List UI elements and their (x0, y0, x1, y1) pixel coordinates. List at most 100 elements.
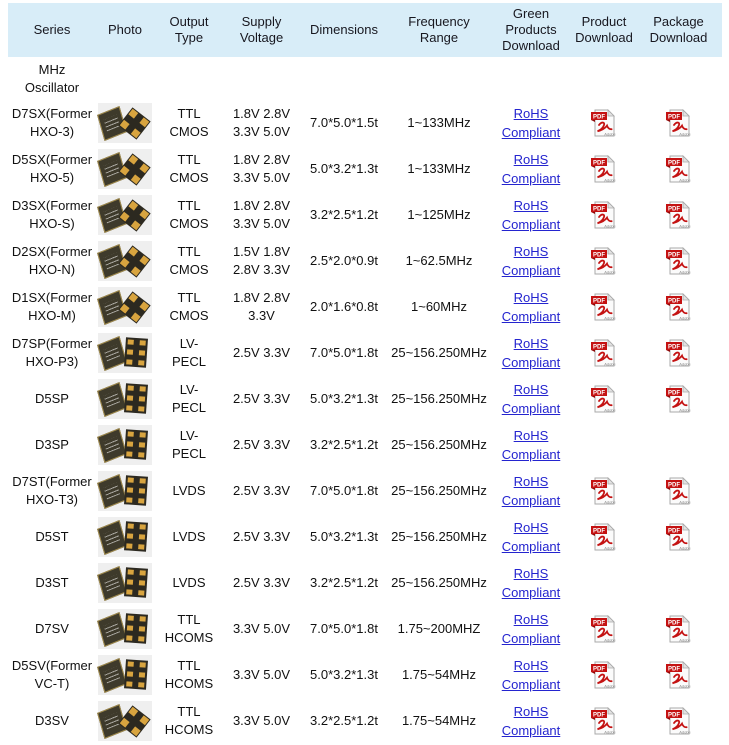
package-pdf-download-icon[interactable]: PDF Adobe (666, 522, 692, 552)
package-pdf-download-icon[interactable]: PDF Adobe (666, 338, 692, 368)
svg-text:Adobe: Adobe (604, 178, 616, 183)
package-pdf-download-icon[interactable]: PDF Adobe (666, 614, 692, 644)
product-pdf-download-icon[interactable]: PDF Adobe (591, 476, 617, 506)
series-cell: D3SP (8, 422, 96, 468)
rohs-compliant-link[interactable]: RoHS Compliant (502, 426, 561, 464)
package-pdf-download-icon[interactable]: PDF Adobe (666, 384, 692, 414)
package-download-cell: PDF Adobe (635, 606, 722, 652)
table-row: D2SX(Former HXO-N) TTL CMOS 1.5V 1.8V 2.… (8, 238, 722, 284)
product-pdf-download-icon[interactable]: PDF Adobe (591, 292, 617, 322)
package-download-cell: PDF Adobe (635, 376, 722, 422)
output-type-cell: LVDS (154, 468, 224, 514)
section-row-mhz-oscillator: MHz Oscillator (8, 57, 722, 100)
package-pdf-download-icon[interactable]: PDF Adobe (666, 154, 692, 184)
output-type-cell: LV- PECL (154, 422, 224, 468)
rohs-compliant-link[interactable]: RoHS Compliant (502, 564, 561, 602)
photo-cell (96, 652, 154, 698)
product-download-cell (573, 560, 635, 606)
rohs-compliant-link[interactable]: RoHS Compliant (502, 196, 561, 234)
frequency-range-cell: 1~133MHz (389, 100, 489, 146)
rohs-compliant-link[interactable]: RoHS Compliant (502, 242, 561, 280)
package-pdf-download-icon[interactable]: PDF Adobe (666, 660, 692, 690)
product-pdf-download-icon[interactable]: PDF Adobe (591, 200, 617, 230)
photo-cell (96, 376, 154, 422)
green-products-cell: RoHS Compliant (489, 514, 573, 560)
product-pdf-download-icon[interactable]: PDF Adobe (591, 154, 617, 184)
output-type-cell: TTL HCOMS (154, 698, 224, 744)
product-pdf-download-icon[interactable]: PDF Adobe (591, 338, 617, 368)
photo-cell (96, 468, 154, 514)
frequency-range-cell: 1~125MHz (389, 192, 489, 238)
rohs-compliant-link[interactable]: RoHS Compliant (502, 380, 561, 418)
svg-text:PDF: PDF (668, 620, 680, 626)
frequency-range-cell: 1.75~54MHz (389, 698, 489, 744)
frequency-range-cell: 25~156.250MHz (389, 376, 489, 422)
photo-cell (96, 330, 154, 376)
column-header-frequency-range: Frequency Range (389, 3, 489, 57)
svg-text:Adobe: Adobe (679, 500, 691, 505)
supply-voltage-cell: 1.8V 2.8V 3.3V 5.0V (224, 100, 299, 146)
dimensions-cell: 7.0*5.0*1.5t (299, 100, 389, 146)
product-pdf-download-icon[interactable]: PDF Adobe (591, 522, 617, 552)
frequency-range-cell: 1.75~200MHZ (389, 606, 489, 652)
chip-pads-icon (124, 567, 148, 597)
product-photo (98, 149, 152, 189)
rohs-compliant-link[interactable]: RoHS Compliant (502, 104, 561, 142)
package-download-cell: PDF Adobe (635, 330, 722, 376)
package-pdf-download-icon[interactable]: PDF Adobe (666, 706, 692, 736)
rohs-compliant-link[interactable]: RoHS Compliant (502, 150, 561, 188)
rohs-compliant-link[interactable]: RoHS Compliant (502, 472, 561, 510)
column-header-dimensions: Dimensions (299, 3, 389, 57)
svg-text:PDF: PDF (668, 160, 680, 166)
dimensions-cell: 5.0*3.2*1.3t (299, 514, 389, 560)
supply-voltage-cell: 2.5V 3.3V (224, 468, 299, 514)
svg-text:Adobe: Adobe (679, 270, 691, 275)
svg-text:Adobe: Adobe (604, 638, 616, 643)
product-photo (98, 195, 152, 235)
green-products-cell: RoHS Compliant (489, 468, 573, 514)
rohs-compliant-link[interactable]: RoHS Compliant (502, 518, 561, 556)
product-pdf-download-icon[interactable]: PDF Adobe (591, 706, 617, 736)
product-pdf-download-icon[interactable]: PDF Adobe (591, 108, 617, 138)
chip-angled-icon (97, 658, 127, 693)
column-header-photo: Photo (96, 3, 154, 57)
rohs-compliant-link[interactable]: RoHS Compliant (502, 334, 561, 372)
product-download-cell: PDF Adobe (573, 376, 635, 422)
package-pdf-download-icon[interactable]: PDF Adobe (666, 246, 692, 276)
rohs-compliant-link[interactable]: RoHS Compliant (502, 610, 561, 648)
product-pdf-download-icon[interactable]: PDF Adobe (591, 384, 617, 414)
package-download-cell: PDF Adobe (635, 100, 722, 146)
svg-text:Adobe: Adobe (604, 316, 616, 321)
package-download-cell: PDF Adobe (635, 146, 722, 192)
rohs-compliant-link[interactable]: RoHS Compliant (502, 702, 561, 740)
product-pdf-download-icon[interactable]: PDF Adobe (591, 246, 617, 276)
svg-text:PDF: PDF (668, 344, 680, 350)
series-cell: D3SV (8, 698, 96, 744)
product-pdf-download-icon[interactable]: PDF Adobe (591, 614, 617, 644)
svg-text:Adobe: Adobe (604, 684, 616, 689)
product-photo (98, 333, 152, 373)
product-download-cell: PDF Adobe (573, 698, 635, 744)
output-type-cell: TTL CMOS (154, 238, 224, 284)
product-pdf-download-icon[interactable]: PDF Adobe (591, 660, 617, 690)
rohs-compliant-link[interactable]: RoHS Compliant (502, 288, 561, 326)
svg-text:PDF: PDF (593, 712, 605, 718)
frequency-range-cell: 25~156.250MHz (389, 560, 489, 606)
svg-text:Adobe: Adobe (679, 362, 691, 367)
table-row: D7ST(Former HXO-T3) LVDS 2.5V 3.3V 7.0*5… (8, 468, 722, 514)
svg-text:PDF: PDF (593, 114, 605, 120)
svg-text:Adobe: Adobe (604, 546, 616, 551)
package-pdf-download-icon[interactable]: PDF Adobe (666, 200, 692, 230)
green-products-cell: RoHS Compliant (489, 238, 573, 284)
product-photo (98, 563, 152, 603)
package-pdf-download-icon[interactable]: PDF Adobe (666, 108, 692, 138)
package-pdf-download-icon[interactable]: PDF Adobe (666, 292, 692, 322)
chip-angled-icon (97, 566, 127, 601)
green-products-cell: RoHS Compliant (489, 146, 573, 192)
rohs-compliant-link[interactable]: RoHS Compliant (502, 656, 561, 694)
table-row: D3SX(Former HXO-S) TTL CMOS 1.8V 2.8V 3.… (8, 192, 722, 238)
svg-text:PDF: PDF (668, 114, 680, 120)
section-label: MHz Oscillator (8, 57, 96, 100)
package-pdf-download-icon[interactable]: PDF Adobe (666, 476, 692, 506)
photo-cell (96, 606, 154, 652)
